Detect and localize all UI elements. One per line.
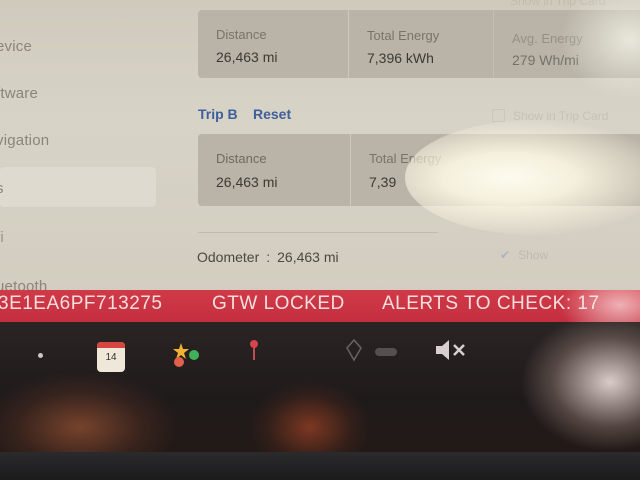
trip-b-energy: Total Energy 7,39: [350, 134, 640, 206]
odometer-row: Odometer:26,463 mi: [197, 249, 339, 265]
sidebar-item-software[interactable]: ftware: [0, 85, 38, 102]
sidebar-item-wifi[interactable]: fi: [0, 229, 4, 246]
camera-icon[interactable]: [375, 348, 397, 356]
toybox-icon[interactable]: [170, 341, 200, 367]
odometer-value: 26,463 mi: [277, 249, 339, 265]
sidebar-selected-highlight: [0, 167, 156, 207]
trip-a-distance: Distance 26,463 mi: [198, 10, 348, 78]
alert-banner: 3E1EA6PF713275 GTW LOCKED ALERTS TO CHEC…: [0, 290, 640, 322]
odometer-divider: [198, 232, 438, 233]
trip-b-card: Distance 26,463 mi Total Energy 7,39: [198, 134, 640, 206]
trip-b-energy-value: 7,39: [369, 174, 397, 190]
trip-a-distance-label: Distance: [216, 27, 267, 42]
trip-b-show-checkbox[interactable]: Show in Trip Card: [492, 109, 608, 123]
trip-a-energy: Total Energy 7,396 kWh: [348, 10, 494, 78]
trip-b-reset-button[interactable]: Reset: [253, 106, 291, 122]
settings-panel: evice ftware vigation s fi uetooth Dista…: [0, 0, 640, 296]
odometer-show-label: Show: [518, 248, 549, 262]
sidebar-item-device[interactable]: evice: [0, 38, 32, 55]
settings-sidebar: evice ftware vigation s fi uetooth: [0, 0, 160, 296]
trip-a-card: Distance 26,463 mi Total Energy 7,396 kW…: [198, 10, 640, 78]
touchscreen: evice ftware vigation s fi uetooth Dista…: [0, 0, 640, 465]
app-icon[interactable]: [345, 338, 363, 362]
trip-b-title: Trip B: [198, 106, 238, 122]
calendar-icon[interactable]: 14: [97, 342, 125, 372]
checkmark-icon: ✔: [500, 248, 511, 262]
sidebar-item-navigation[interactable]: vigation: [0, 132, 49, 149]
odometer-separator: :: [266, 249, 271, 265]
checkbox-box[interactable]: [492, 109, 505, 122]
taskbar-glare: [520, 312, 640, 452]
trip-a-show-checkbox[interactable]: Show in Trip Card: [510, 0, 605, 8]
odometer-show-checkbox[interactable]: ✔ Show: [500, 248, 548, 262]
trip-a-distance-value: 26,463 mi: [216, 49, 278, 65]
screen-bezel: [0, 452, 640, 480]
gateway-status: GTW LOCKED: [212, 293, 345, 314]
sidebar-item-trips[interactable]: s: [0, 180, 4, 197]
calendar-day: 14: [105, 352, 117, 363]
odometer-label: Odometer: [197, 249, 260, 265]
trip-a-energy-value: 7,396 kWh: [367, 50, 434, 66]
trip-a-energy-label: Total Energy: [367, 28, 440, 43]
volume-mute-icon[interactable]: [432, 338, 470, 362]
taskbar: 14: [0, 312, 640, 465]
alerts-count[interactable]: ALERTS TO CHECK: 17: [382, 293, 600, 315]
joystick-icon[interactable]: [247, 338, 261, 364]
trip-a-avg: Avg. Energy 279 Wh/mi: [493, 10, 640, 78]
trip-b-energy-label: Total Energy: [369, 151, 442, 166]
trip-a-avg-value: 279 Wh/mi: [512, 52, 579, 68]
trip-a-avg-label: Avg. Energy: [512, 31, 583, 46]
vin-text: 3E1EA6PF713275: [0, 293, 163, 314]
trip-b-distance-value: 26,463 mi: [216, 174, 278, 190]
trip-b-distance: Distance 26,463 mi: [198, 134, 350, 206]
dot-icon[interactable]: [38, 353, 43, 358]
trip-b-distance-label: Distance: [216, 151, 267, 166]
trip-b-show-label: Show in Trip Card: [513, 109, 609, 123]
